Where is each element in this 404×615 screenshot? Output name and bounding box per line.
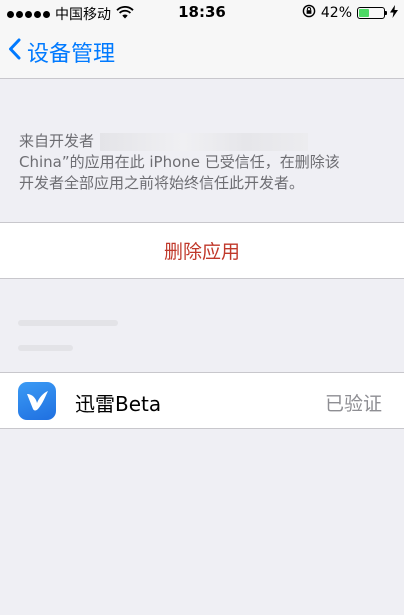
list-item[interactable]: 迅雷Beta 已验证 (0, 372, 404, 429)
description-line-1: 来自开发者 (19, 131, 389, 152)
back-button[interactable]: 设备管理 (8, 36, 115, 68)
battery-fill (359, 9, 370, 17)
redacted-developer-name (100, 132, 309, 151)
nav-bar: 设备管理 (0, 26, 404, 79)
redacted-header-line (18, 320, 118, 326)
app-name: 迅雷Beta (75, 392, 162, 416)
description-line-2: China”的应用在此 iPhone 已受信任，在删除该 (19, 153, 340, 171)
description-line-1-text: 来自开发者 (19, 132, 95, 150)
back-label: 设备管理 (27, 42, 116, 67)
chevron-left-icon (8, 38, 21, 66)
app-verified-status: 已验证 (324, 393, 382, 415)
status-bar: 中国移动 18:36 42% (0, 0, 404, 26)
status-right: 42% (302, 4, 398, 22)
xunlei-bird-icon (18, 382, 56, 420)
delete-apps-button[interactable]: 删除应用 (164, 237, 240, 264)
delete-section: 删除应用 (0, 222, 404, 279)
redacted-header-line (18, 345, 73, 351)
battery-percent: 42% (320, 5, 352, 21)
rotation-lock-icon (302, 4, 316, 22)
battery-icon (357, 7, 387, 19)
trust-description: 来自开发者 China”的应用在此 iPhone 已受信任，在删除该 开发者全部… (19, 131, 389, 194)
description-line-3: 开发者全部应用之前将始终信任此开发者。 (19, 174, 305, 192)
charging-bolt-icon (390, 4, 398, 22)
